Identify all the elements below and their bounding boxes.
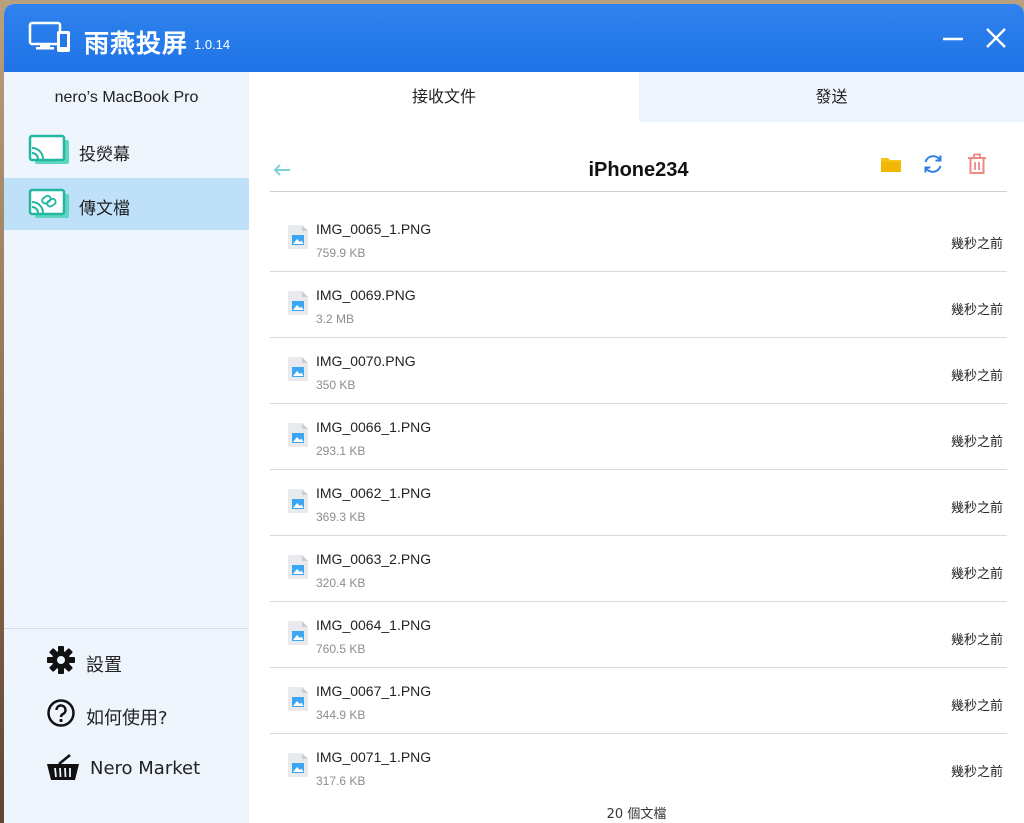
sidebar-item-label: 傳文檔 [79,199,130,219]
file-time: 幾秒之前 [950,633,1003,648]
delete-icon[interactable] [965,152,989,176]
image-file-icon [288,291,308,315]
refresh-icon[interactable] [921,152,945,176]
file-row[interactable]: IMG_0071_1.PNG 317.6 KB 幾秒之前 [270,734,1007,800]
file-time: 幾秒之前 [950,303,1003,318]
file-name: IMG_0069.PNG [316,287,416,303]
file-row[interactable]: IMG_0067_1.PNG 344.9 KB 幾秒之前 [270,668,1007,734]
close-button[interactable] [982,24,1010,52]
image-file-icon [288,621,308,645]
sidebar-item-screen-cast[interactable]: 投熒幕 [4,124,249,176]
file-row[interactable]: IMG_0069.PNG 3.2 MB 幾秒之前 [270,272,1007,338]
image-file-icon [288,555,308,579]
image-file-icon [288,357,308,381]
settings-label: 設置 [86,655,122,676]
file-time: 幾秒之前 [950,765,1003,780]
basket-icon [47,754,79,780]
file-size: 369.3 KB [316,510,366,524]
image-file-icon [288,423,308,447]
app-logo-icon [28,21,70,52]
minimize-button[interactable] [939,24,967,52]
file-size: 317.6 KB [316,774,366,788]
file-time: 幾秒之前 [950,501,1003,516]
help-label: 如何使用? [86,708,168,729]
open-folder-icon[interactable] [879,152,903,176]
settings-link[interactable]: 設置 [46,645,246,677]
file-name: IMG_0067_1.PNG [316,683,432,699]
sidebar: nero’s MacBook Pro 投熒幕 傳文檔 設置 如何使用? Nero… [4,72,249,823]
file-time: 幾秒之前 [950,435,1003,450]
file-count: 20 個文檔 [606,807,667,822]
file-name: IMG_0065_1.PNG [316,221,432,237]
file-size: 344.9 KB [316,708,366,722]
file-row[interactable]: IMG_0064_1.PNG 760.5 KB 幾秒之前 [270,602,1007,668]
sidebar-item-label: 投熒幕 [79,145,130,165]
image-file-icon [288,753,308,777]
titlebar: 雨燕投屏 1.0.14 [4,4,1024,72]
file-transfer-icon [28,188,69,218]
file-size: 320.4 KB [316,576,366,590]
file-size: 3.2 MB [316,312,355,326]
file-time: 幾秒之前 [950,369,1003,384]
file-row[interactable]: IMG_0065_1.PNG 759.9 KB 幾秒之前 [270,206,1007,272]
gear-icon [47,646,75,674]
image-file-icon [288,687,308,711]
file-size: 760.5 KB [316,642,366,656]
file-row[interactable]: IMG_0063_2.PNG 320.4 KB 幾秒之前 [270,536,1007,602]
file-row[interactable]: IMG_0062_1.PNG 369.3 KB 幾秒之前 [270,470,1007,536]
file-time: 幾秒之前 [950,699,1003,714]
folder-header: iPhone234 [270,150,1007,192]
help-icon [47,699,75,727]
app-title: 雨燕投屏 [84,29,189,58]
file-time: 幾秒之前 [950,237,1003,252]
app-window: 雨燕投屏 1.0.14 nero’s MacBook Pro 投熒幕 傳文檔 設… [4,4,1024,823]
sidebar-item-file-transfer[interactable]: 傳文檔 [4,178,249,230]
device-name: nero’s MacBook Pro [54,89,199,106]
file-list: IMG_0065_1.PNG 759.9 KB 幾秒之前 IMG_0069.PN… [270,206,1007,800]
file-size: 759.9 KB [316,246,366,260]
file-size: 350 KB [316,378,356,392]
file-name: IMG_0066_1.PNG [316,419,432,435]
sidebar-divider [4,628,249,629]
tab-receive[interactable]: 接收文件 [249,72,639,122]
file-name: IMG_0070.PNG [316,353,416,369]
tab-send[interactable]: 發送 [639,72,1024,122]
screen-cast-icon [28,134,69,164]
nero-market-label: Nero Market [90,758,201,779]
help-link[interactable]: 如何使用? [46,698,246,730]
main-panel: 接收文件 發送 iPhone234 IMG_0065_1.PNG 759.9 K… [249,72,1024,823]
file-row[interactable]: IMG_0066_1.PNG 293.1 KB 幾秒之前 [270,404,1007,470]
image-file-icon [288,489,308,513]
file-name: IMG_0062_1.PNG [316,485,432,501]
image-file-icon [288,225,308,249]
app-version: 1.0.14 [194,37,231,52]
nero-market-link[interactable]: Nero Market [46,752,246,784]
file-size: 293.1 KB [316,444,366,458]
file-name: IMG_0071_1.PNG [316,749,432,765]
file-time: 幾秒之前 [950,567,1003,582]
file-name: IMG_0064_1.PNG [316,617,432,633]
file-row[interactable]: IMG_0070.PNG 350 KB 幾秒之前 [270,338,1007,404]
file-name: IMG_0063_2.PNG [316,551,432,567]
